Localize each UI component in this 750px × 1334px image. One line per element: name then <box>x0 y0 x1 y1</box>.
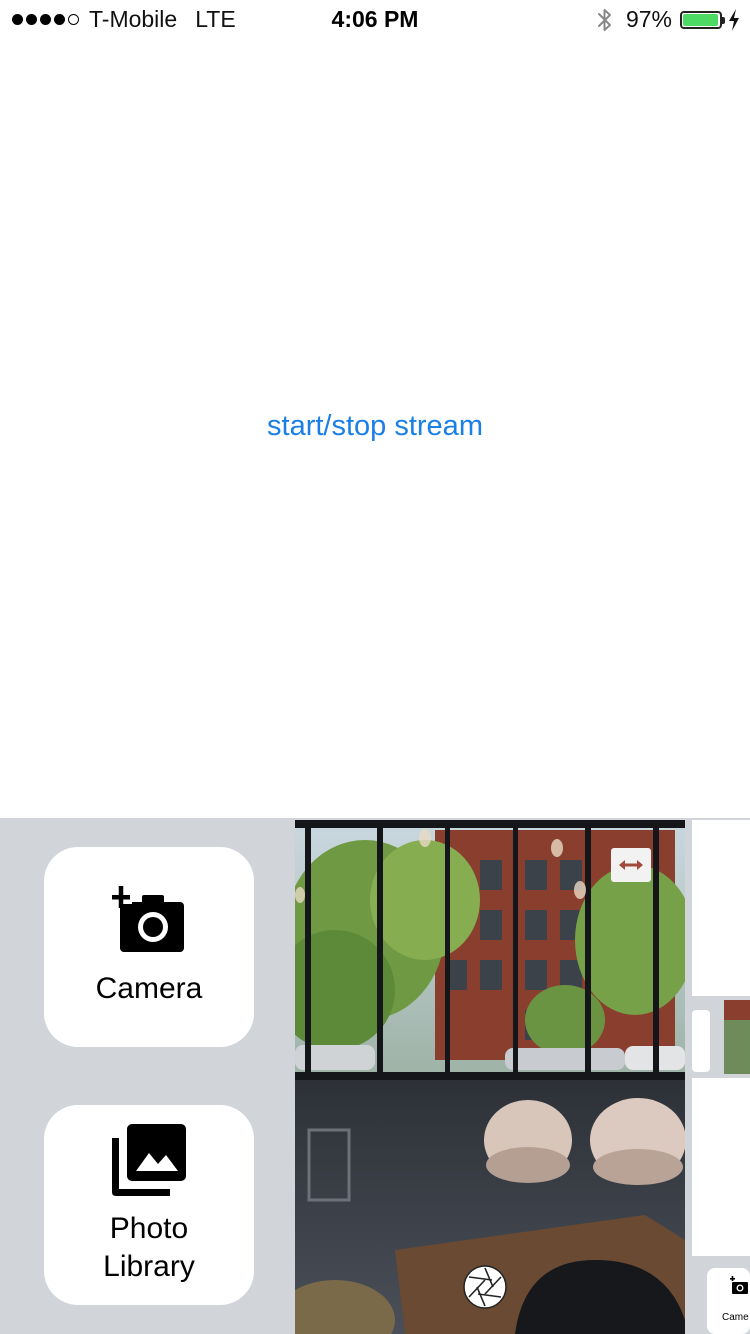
side-strip-graphic: Came <box>692 820 750 1334</box>
photo-library-button[interactable]: Photo Library <box>44 1105 254 1305</box>
camera-preview[interactable] <box>295 820 685 1334</box>
charging-bolt-icon <box>729 8 739 31</box>
photo-library-label-line2: Library <box>103 1250 195 1283</box>
battery-fill <box>683 13 718 26</box>
start-stop-stream-button[interactable]: start/stop stream <box>0 410 750 443</box>
flip-camera-button[interactable] <box>611 848 651 882</box>
side-strip-camera-label: Came <box>722 1312 749 1323</box>
battery-icon <box>680 10 725 29</box>
shutter-button[interactable] <box>463 1265 507 1309</box>
bluetooth-icon <box>597 8 611 31</box>
camera-label: Camera <box>95 972 203 1005</box>
battery-cap <box>722 16 725 24</box>
photo-library-label: Photo Library <box>103 1210 195 1286</box>
photo-library-icon <box>112 1124 186 1196</box>
camera-preview-image <box>295 820 685 1334</box>
add-camera-icon <box>112 886 184 952</box>
status-bar: T-Mobile LTE 4:06 PM 97% <box>0 0 750 40</box>
flip-camera-icon <box>619 860 643 870</box>
battery-percent: 97% <box>625 6 672 32</box>
status-right: 97% <box>596 6 740 33</box>
image-picker-panel: Camera Photo Library Came <box>0 818 750 1334</box>
camera-button[interactable]: Camera <box>44 847 254 1047</box>
picker-side-strip: Came <box>692 820 750 1334</box>
photo-library-label-line1: Photo <box>109 1212 189 1245</box>
